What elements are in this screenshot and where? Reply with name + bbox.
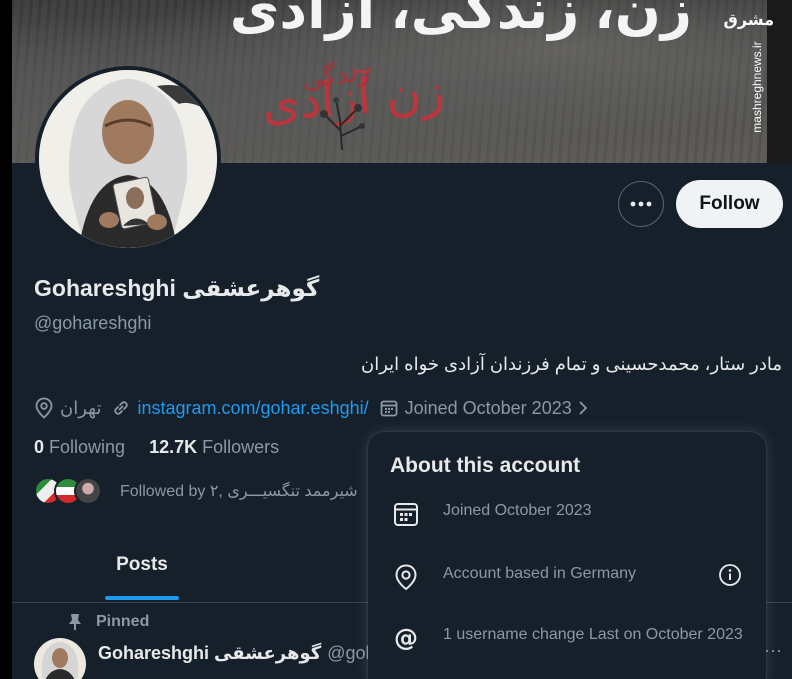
profile-bio: مادر ستار، محمدحسینی و تمام فرزندان آزاد…	[361, 354, 782, 374]
watermark: مشرق mashreghnews.ir	[724, 10, 774, 133]
pin-icon	[69, 614, 81, 630]
at-sign-icon: @	[394, 624, 418, 652]
followers-count: 12.7K	[149, 437, 198, 457]
following-count-link[interactable]: 0 Following	[34, 437, 125, 458]
tweet-avatar[interactable]	[34, 638, 86, 679]
avatar-image	[39, 70, 217, 248]
follow-button[interactable]: Follow	[676, 180, 783, 228]
watermark-text: mashreghnews.ir	[750, 41, 764, 133]
watermark-logo: مشرق	[723, 12, 774, 29]
website-link[interactable]: instagram.com/gohar.eshghi/	[137, 398, 368, 419]
display-name: Gohareshghi گوهرعشقی	[34, 275, 320, 301]
followers-count-link[interactable]: 12.7K Followers	[149, 437, 279, 458]
tweet-author: Gohareshghi گوهرعشقی @gol	[98, 643, 370, 664]
location-item: تهران	[34, 397, 101, 419]
location-pin-icon	[35, 397, 53, 419]
info-icon[interactable]	[718, 563, 742, 587]
following-count: 0	[34, 437, 45, 457]
tab-posts[interactable]: Posts	[102, 554, 182, 576]
plant-illustration	[320, 97, 365, 150]
svg-text:@: @	[394, 624, 418, 652]
followed-by-row[interactable]: Followed by شیرممد تنگسیـــری ,۲	[34, 477, 358, 505]
follow-counts: 0 Following 12.7K Followers	[34, 437, 279, 458]
pinned-label: Pinned	[96, 613, 150, 630]
woman-portrait-illustration	[41, 642, 79, 679]
popover-username-change-text: 1 username change Last on October 2023	[443, 626, 743, 643]
joined-date: Joined October 2023	[404, 397, 572, 418]
calendar-icon	[394, 503, 418, 526]
tweet-author-handle: @gol	[327, 643, 370, 663]
popover-title: About this account	[390, 454, 581, 477]
ellipsis-icon	[630, 201, 652, 207]
woman-portrait-illustration	[39, 70, 217, 248]
more-options-button[interactable]	[618, 181, 664, 227]
popover-row-location: Account based in Germany	[392, 563, 743, 591]
follower-avatar	[74, 477, 102, 505]
pinned-indicator: Pinned	[68, 613, 149, 631]
website-link-item[interactable]: instagram.com/gohar.eshghi/	[111, 398, 369, 419]
tweet-author-name[interactable]: Gohareshghi گوهرعشقی	[98, 643, 321, 663]
banner-graffiti-white: زن، زندگی، آزادی	[229, 0, 692, 40]
profile-page: زن، زندگی، آزادی زن آزادی زندگی مشرق mas…	[12, 0, 792, 679]
link-icon	[114, 401, 129, 415]
followers-label: Followers	[202, 437, 280, 457]
popover-row-username-change: @ 1 username change Last on October 2023	[392, 624, 743, 652]
location-pin-icon	[395, 564, 417, 591]
active-tab-indicator	[105, 596, 179, 600]
location-text: تهران	[60, 397, 102, 418]
chevron-right-icon	[579, 401, 588, 415]
profile-avatar[interactable]	[35, 66, 221, 252]
username-handle: @gohareshghi	[34, 313, 152, 333]
joined-item[interactable]: Joined October 2023	[379, 398, 596, 419]
popover-row-joined: Joined October 2023	[392, 500, 743, 528]
profile-meta-row: تهران instagram.com/gohar.eshghi/ Joined…	[34, 395, 606, 421]
calendar-icon	[380, 400, 398, 417]
followed-by-text: Followed by شیرممد تنگسیـــری ,۲	[120, 483, 358, 500]
popover-joined-text: Joined October 2023	[443, 502, 592, 519]
following-label: Following	[49, 437, 126, 457]
popover-location-text: Account based in Germany	[443, 565, 636, 582]
about-account-popover: About this account Joined October 2023 A…	[368, 432, 766, 679]
tweet-more-icon[interactable]: ···	[764, 640, 782, 661]
